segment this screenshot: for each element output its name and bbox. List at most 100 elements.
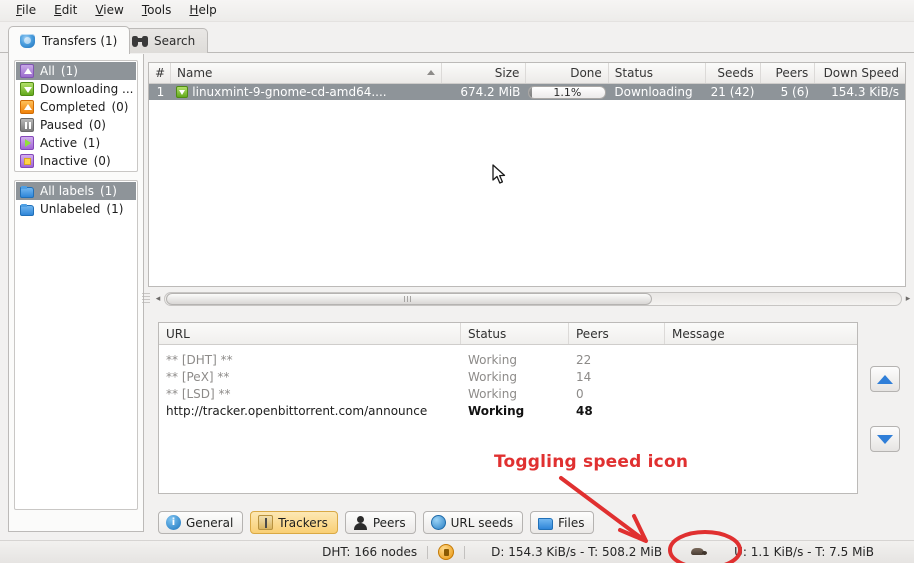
column-header-status[interactable]: Status [609, 63, 706, 83]
column-header-seeds[interactable]: Seeds [706, 63, 761, 83]
sidebar-item-unlabeled-label: Unlabeled [40, 202, 101, 216]
transfers-icon [20, 33, 36, 49]
sidebar-item-all-labels-count: (1) [99, 184, 117, 198]
tab-trackers[interactable]: Trackers [250, 511, 338, 534]
sidebar-item-all-labels-label: All labels [40, 184, 94, 198]
tracker-url: ** [LSD] ** [166, 386, 231, 401]
binoculars-icon [132, 34, 148, 48]
tracker-peers: 22 [576, 352, 592, 367]
tracker-peers: 14 [576, 369, 592, 384]
sidebar: All (1) Downloading ... Completed (0) Pa… [8, 54, 144, 532]
main-tab-strip: Transfers (1) Search [0, 26, 914, 54]
menu-view[interactable]: View [86, 1, 132, 20]
move-tracker-down-button[interactable] [870, 426, 900, 452]
progress-bar: 1.1% [528, 85, 607, 99]
folder-icon [20, 203, 34, 216]
sidebar-item-all-labels[interactable]: All labels (1) [16, 182, 136, 200]
sidebar-item-all-count: (1) [60, 64, 78, 78]
table-row[interactable]: 1 linuxmint-9-gnome-cd-amd64.... 674.2 M… [149, 84, 905, 100]
turtle-icon[interactable] [688, 545, 708, 559]
column-header-down-speed[interactable]: Down Speed [815, 63, 905, 83]
mouse-cursor [492, 164, 506, 184]
downloading-icon [176, 86, 189, 98]
menu-file[interactable]: File [7, 1, 45, 20]
sidebar-item-completed-label: Completed [40, 100, 106, 114]
tracker-row[interactable]: ** [LSD] ** Working 0 [159, 385, 857, 402]
scrollbar-trough[interactable] [164, 291, 902, 306]
folder-icon [20, 185, 34, 198]
status-divider [464, 545, 466, 559]
column-header-name[interactable]: Name [171, 63, 443, 83]
splitter-grip-icon[interactable] [142, 292, 150, 305]
sidebar-item-paused-label: Paused [40, 118, 83, 132]
tracker-column-message[interactable]: Message [665, 323, 857, 344]
tab-general-label: General [186, 515, 234, 530]
sidebar-item-active-count: (1) [83, 136, 101, 150]
sidebar-item-inactive-count: (0) [93, 154, 111, 168]
tracker-status: Working [468, 403, 525, 418]
sidebar-item-downloading[interactable]: Downloading ... [16, 80, 136, 98]
sort-ascending-icon [427, 70, 436, 75]
cell-peers: 5 (6) [780, 85, 810, 99]
cell-name-label: linuxmint-9-gnome-cd-amd64.... [192, 85, 387, 99]
tracker-row[interactable]: ** [DHT] ** Working 22 [159, 351, 857, 368]
sidebar-item-completed[interactable]: Completed (0) [16, 98, 136, 116]
scroll-right-icon[interactable]: ▸ [902, 294, 914, 304]
horizontal-scrollbar[interactable]: ◂ ▸ [142, 290, 914, 307]
lock-icon[interactable] [438, 544, 455, 560]
annotation-label: Toggling speed icon [494, 452, 689, 472]
tab-general[interactable]: i General [158, 511, 244, 534]
sidebar-item-active[interactable]: Active (1) [16, 134, 136, 152]
tracker-column-peers[interactable]: Peers [569, 323, 665, 344]
upload-status: U: 1.1 KiB/s - T: 7.5 MiB [734, 545, 874, 559]
scrollbar-thumb[interactable] [166, 292, 652, 305]
tab-files[interactable]: Files [530, 511, 595, 534]
sidebar-item-all[interactable]: All (1) [16, 62, 136, 80]
column-header-done[interactable]: Done [526, 63, 609, 83]
menu-tools[interactable]: Tools [133, 1, 181, 20]
tracker-message [665, 385, 857, 402]
info-icon: i [166, 515, 181, 530]
scroll-left-icon[interactable]: ◂ [152, 294, 164, 304]
label-filter-list: All labels (1) Unlabeled (1) [14, 180, 138, 510]
detail-tab-bar: i General Trackers Peers URL seeds Files [158, 511, 595, 534]
sidebar-item-inactive[interactable]: Inactive (0) [16, 152, 136, 170]
move-tracker-up-button[interactable] [870, 366, 900, 392]
dht-status: DHT: 166 nodes [322, 545, 418, 559]
status-divider [427, 545, 429, 559]
menu-help[interactable]: Help [180, 1, 225, 20]
sidebar-item-inactive-label: Inactive [40, 154, 88, 168]
tab-url-seeds[interactable]: URL seeds [422, 511, 524, 534]
cell-num: 1 [156, 85, 165, 99]
sidebar-item-paused-count: (0) [88, 118, 106, 132]
trackers-table-header: URL Status Peers Message [159, 323, 857, 345]
column-header-peers[interactable]: Peers [761, 63, 816, 83]
tracker-message [665, 368, 857, 385]
cell-size: 674.2 MiB [460, 85, 521, 99]
menu-edit[interactable]: Edit [45, 1, 86, 20]
all-icon [20, 64, 34, 78]
cell-seeds: 21 (42) [710, 85, 755, 99]
sidebar-item-all-label: All [40, 64, 55, 78]
qbittorrent-window: File Edit View Tools Help Transfers (1) … [0, 0, 914, 563]
progress-bar-label: 1.1% [553, 85, 582, 99]
tracker-row[interactable]: ** [PeX] ** Working 14 [159, 368, 857, 385]
tracker-column-url[interactable]: URL [159, 323, 461, 344]
sidebar-item-unlabeled[interactable]: Unlabeled (1) [16, 200, 136, 218]
arrow-down-icon [877, 434, 893, 444]
menu-bar: File Edit View Tools Help [0, 0, 914, 22]
tracker-url: http://tracker.openbittorrent.com/announ… [166, 403, 428, 418]
tab-transfers[interactable]: Transfers (1) [8, 26, 131, 54]
tab-trackers-label: Trackers [278, 515, 328, 530]
arrow-up-icon [877, 374, 893, 384]
tab-peers[interactable]: Peers [344, 511, 416, 534]
folder-icon [538, 517, 554, 530]
tab-search[interactable]: Search [120, 28, 209, 53]
inactive-icon [20, 154, 34, 168]
cell-down-speed: 154.3 KiB/s [831, 85, 899, 99]
sidebar-item-paused[interactable]: Paused (0) [16, 116, 136, 134]
tracker-column-status[interactable]: Status [461, 323, 569, 344]
column-header-num[interactable]: # [149, 63, 171, 83]
tracker-row[interactable]: http://tracker.openbittorrent.com/announ… [159, 402, 857, 419]
column-header-size[interactable]: Size [442, 63, 527, 83]
